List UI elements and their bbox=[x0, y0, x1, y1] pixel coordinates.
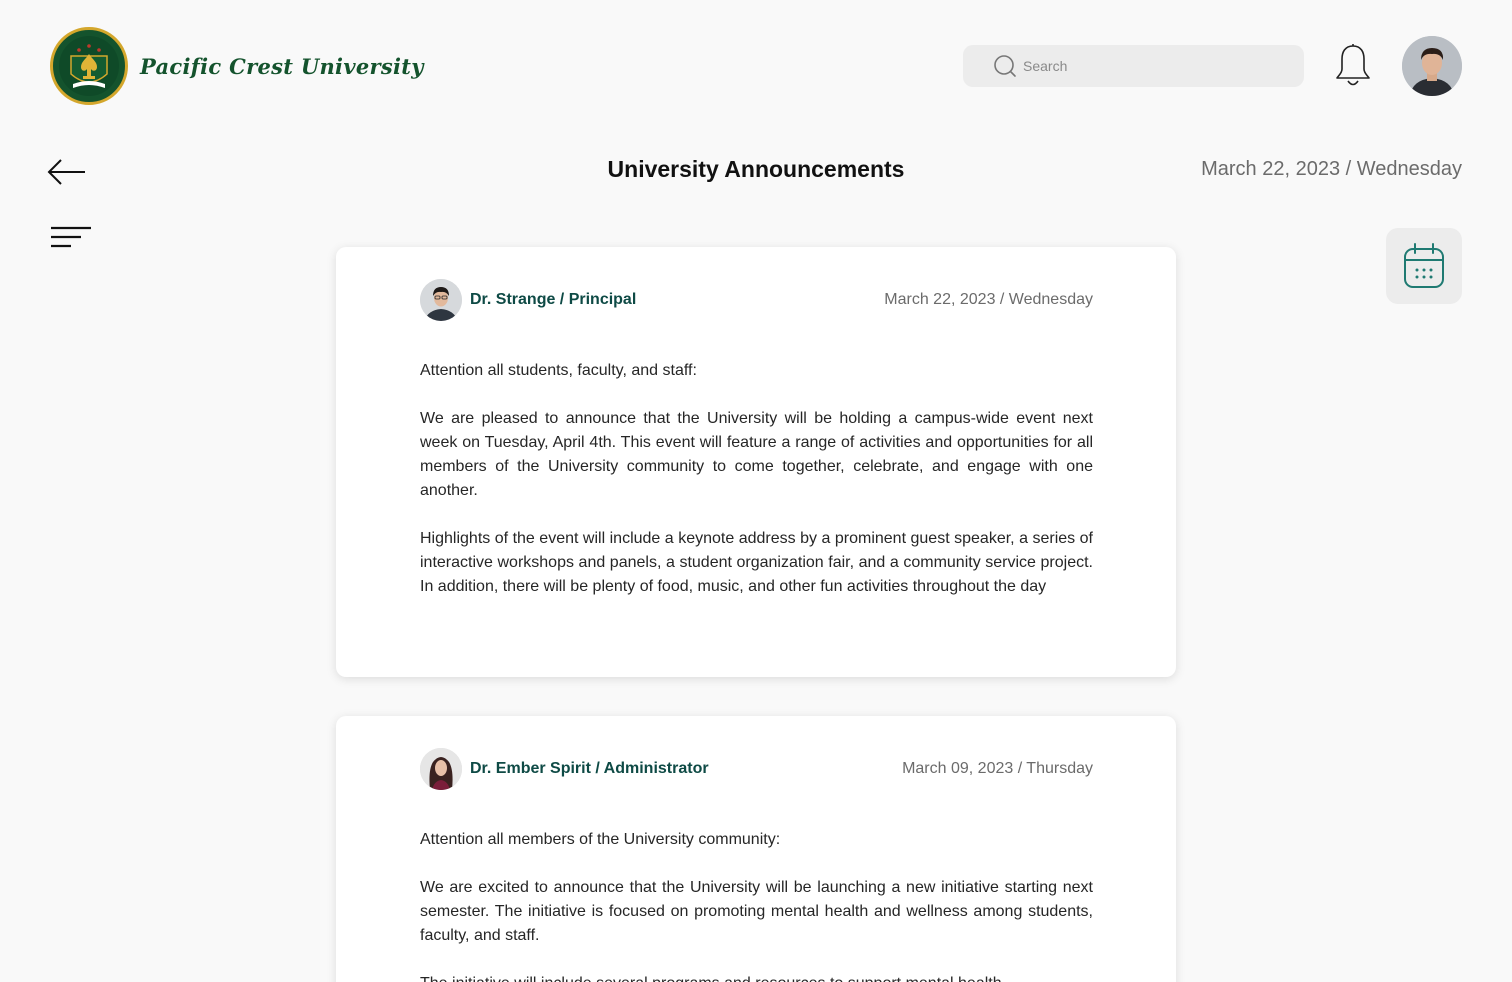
bell-icon[interactable] bbox=[1333, 43, 1373, 89]
announcement-paragraph: Highlights of the event will include a k… bbox=[420, 530, 1093, 595]
page: Pacific Crest University Search Universi… bbox=[0, 0, 1512, 982]
profile-avatar[interactable] bbox=[1402, 36, 1462, 96]
menu-icon bbox=[51, 226, 91, 248]
announcement-card[interactable]: Dr. Ember Spirit / Administrator March 0… bbox=[336, 716, 1176, 982]
calendar-button[interactable] bbox=[1386, 228, 1462, 304]
announcement-paragraph: The initiative will include several prog… bbox=[420, 972, 1093, 982]
university-seal-icon bbox=[50, 27, 128, 105]
current-date: March 22, 2023 / Wednesday bbox=[1201, 158, 1462, 180]
announcement-paragraph: Attention all students, faculty, and sta… bbox=[420, 362, 697, 379]
calendar-icon bbox=[1404, 243, 1444, 288]
university-logo[interactable]: Pacific Crest University bbox=[50, 27, 424, 105]
announcement-paragraph: Attention all members of the University … bbox=[420, 831, 781, 848]
arrow-left-icon bbox=[47, 159, 85, 185]
university-name: Pacific Crest University bbox=[140, 53, 424, 79]
author-avatar bbox=[420, 279, 462, 321]
announcement-paragraph: We are excited to announce that the Univ… bbox=[420, 879, 1093, 944]
announcement-header: Dr. Strange / Principal March 22, 2023 /… bbox=[420, 279, 1093, 321]
announcement-body: Attention all students, faculty, and sta… bbox=[420, 359, 1093, 599]
menu-button[interactable] bbox=[50, 224, 94, 252]
author-name: Dr. Strange / Principal bbox=[470, 291, 637, 308]
announcement-author[interactable]: Dr. Ember Spirit / Administrator bbox=[420, 748, 709, 790]
search-bar[interactable] bbox=[963, 45, 1304, 87]
announcement-card[interactable]: Dr. Strange / Principal March 22, 2023 /… bbox=[336, 247, 1176, 677]
search-input[interactable] bbox=[1023, 51, 1283, 81]
back-button[interactable] bbox=[47, 156, 89, 188]
author-name: Dr. Ember Spirit / Administrator bbox=[470, 760, 709, 777]
announcement-body: Attention all members of the University … bbox=[420, 828, 1093, 982]
announcement-author[interactable]: Dr. Strange / Principal bbox=[420, 279, 636, 321]
page-title: University Announcements bbox=[607, 156, 905, 182]
search-icon bbox=[994, 55, 1016, 77]
author-avatar bbox=[420, 748, 462, 790]
announcement-date: March 22, 2023 / Wednesday bbox=[884, 291, 1093, 308]
announcement-date: March 09, 2023 / Thursday bbox=[902, 760, 1093, 777]
announcement-header: Dr. Ember Spirit / Administrator March 0… bbox=[420, 748, 1093, 790]
announcement-paragraph: We are pleased to announce that the Univ… bbox=[420, 410, 1093, 499]
